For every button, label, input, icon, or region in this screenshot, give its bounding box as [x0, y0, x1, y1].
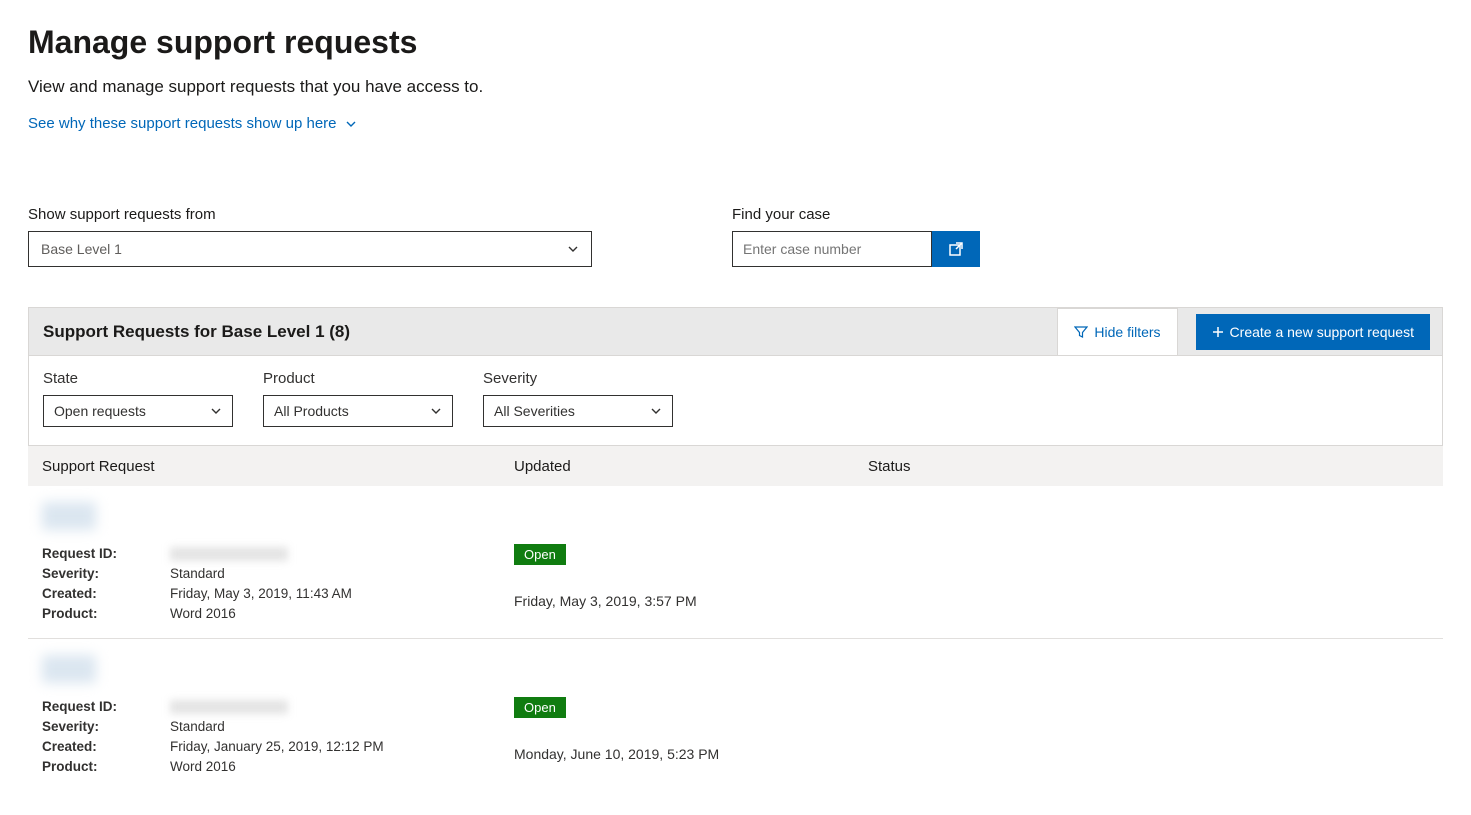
- chevron-down-icon: [567, 243, 579, 255]
- col-header-updated[interactable]: Updated: [514, 458, 868, 475]
- filter-product-dropdown[interactable]: All Products: [263, 395, 453, 427]
- label-request-id: Request ID:: [42, 697, 170, 717]
- filter-product-label: Product: [263, 370, 453, 387]
- request-id-value: [170, 700, 288, 714]
- chevron-down-icon: [345, 118, 357, 130]
- filter-state-dropdown[interactable]: Open requests: [43, 395, 233, 427]
- label-created: Created:: [42, 584, 170, 604]
- severity-value: Standard: [170, 564, 225, 584]
- table-row[interactable]: Request ID: Severity:Standard Created:Fr…: [28, 486, 1443, 639]
- created-value: Friday, May 3, 2019, 11:43 AM: [170, 584, 352, 604]
- find-case-label: Find your case: [732, 206, 980, 223]
- created-value: Friday, January 25, 2019, 12:12 PM: [170, 737, 384, 757]
- request-id-value: [170, 547, 288, 561]
- product-value: Word 2016: [170, 604, 236, 624]
- create-request-label: Create a new support request: [1230, 324, 1414, 340]
- status-badge: Open: [514, 544, 566, 565]
- hide-filters-label: Hide filters: [1094, 324, 1160, 340]
- plus-icon: [1212, 326, 1224, 338]
- filter-state-value: Open requests: [54, 403, 146, 419]
- find-case-group: Find your case: [732, 206, 980, 267]
- label-product: Product:: [42, 757, 170, 777]
- label-severity: Severity:: [42, 717, 170, 737]
- filter-severity-value: All Severities: [494, 403, 575, 419]
- find-case-go-button[interactable]: [932, 231, 980, 267]
- label-created: Created:: [42, 737, 170, 757]
- severity-value: Standard: [170, 717, 225, 737]
- label-product: Product:: [42, 604, 170, 624]
- product-logo: [42, 655, 96, 683]
- find-case-input[interactable]: [732, 231, 932, 267]
- panel-title: Support Requests for Base Level 1 (8): [43, 322, 350, 342]
- panel-header: Support Requests for Base Level 1 (8) Hi…: [28, 307, 1443, 355]
- chevron-down-icon: [650, 405, 662, 417]
- filter-icon: [1074, 325, 1088, 339]
- why-requests-link[interactable]: See why these support requests show up h…: [28, 115, 357, 132]
- hide-filters-button[interactable]: Hide filters: [1057, 308, 1177, 355]
- show-from-value: Base Level 1: [41, 241, 122, 257]
- status-badge: Open: [514, 697, 566, 718]
- create-request-button[interactable]: Create a new support request: [1196, 314, 1430, 350]
- show-from-dropdown[interactable]: Base Level 1: [28, 231, 592, 267]
- filter-severity-dropdown[interactable]: All Severities: [483, 395, 673, 427]
- product-value: Word 2016: [170, 757, 236, 777]
- updated-value: Monday, June 10, 2019, 5:23 PM: [514, 746, 868, 762]
- filter-state-label: State: [43, 370, 233, 387]
- label-severity: Severity:: [42, 564, 170, 584]
- updated-value: Friday, May 3, 2019, 3:57 PM: [514, 593, 868, 609]
- filter-severity-label: Severity: [483, 370, 673, 387]
- open-icon: [947, 240, 965, 258]
- filters-bar: State Open requests Product All Products…: [28, 355, 1443, 446]
- show-from-label: Show support requests from: [28, 206, 592, 223]
- table-row[interactable]: Request ID: Severity:Standard Created:Fr…: [28, 639, 1443, 791]
- label-request-id: Request ID:: [42, 544, 170, 564]
- product-logo: [42, 502, 96, 530]
- filter-product-value: All Products: [274, 403, 349, 419]
- chevron-down-icon: [430, 405, 442, 417]
- table-header: Support Request Updated Status: [28, 446, 1443, 486]
- col-header-request[interactable]: Support Request: [28, 458, 514, 475]
- requests-table: Support Request Updated Status Request I…: [28, 446, 1443, 791]
- why-requests-link-text: See why these support requests show up h…: [28, 115, 337, 132]
- show-from-group: Show support requests from Base Level 1: [28, 206, 592, 267]
- page-subtitle: View and manage support requests that yo…: [28, 77, 1443, 97]
- page-title: Manage support requests: [28, 24, 1443, 61]
- chevron-down-icon: [210, 405, 222, 417]
- col-header-status[interactable]: Status: [868, 458, 1443, 475]
